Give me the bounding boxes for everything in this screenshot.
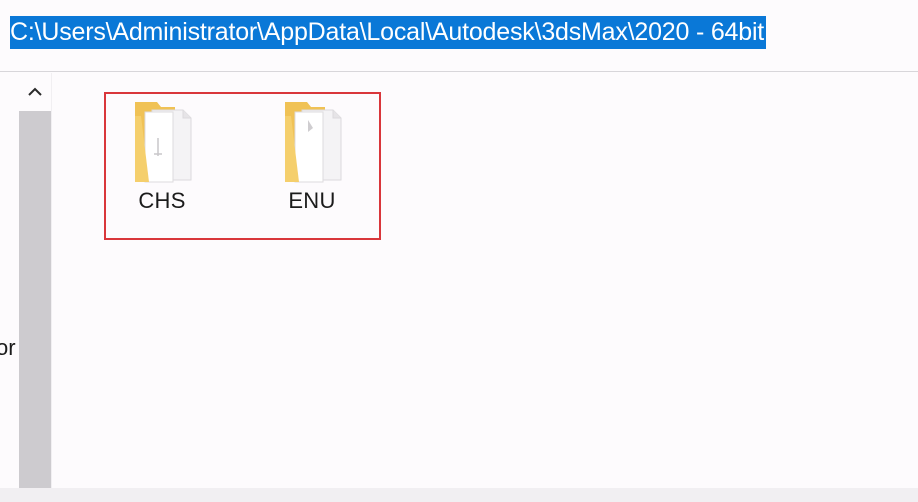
scroll-thumb[interactable] bbox=[19, 111, 51, 488]
navigation-pane: or bbox=[0, 73, 18, 488]
address-path[interactable]: C:\Users\Administrator\AppData\Local\Aut… bbox=[10, 16, 767, 49]
pane-divider bbox=[51, 73, 52, 488]
navigation-item-partial[interactable]: or bbox=[0, 335, 16, 361]
folder-icon bbox=[135, 102, 192, 183]
scroll-up-button[interactable] bbox=[19, 73, 51, 111]
folder-item-chs[interactable]: CHS bbox=[107, 98, 217, 214]
status-strip bbox=[0, 488, 918, 502]
folder-label: ENU bbox=[288, 188, 336, 213]
folder-label: CHS bbox=[138, 188, 186, 213]
vertical-scrollbar[interactable] bbox=[19, 73, 51, 488]
folder-icon bbox=[285, 102, 342, 183]
address-bar[interactable]: C:\Users\Administrator\AppData\Local\Aut… bbox=[0, 0, 918, 72]
chevron-up-icon bbox=[28, 87, 42, 96]
folder-item-enu[interactable]: ENU bbox=[257, 98, 367, 214]
